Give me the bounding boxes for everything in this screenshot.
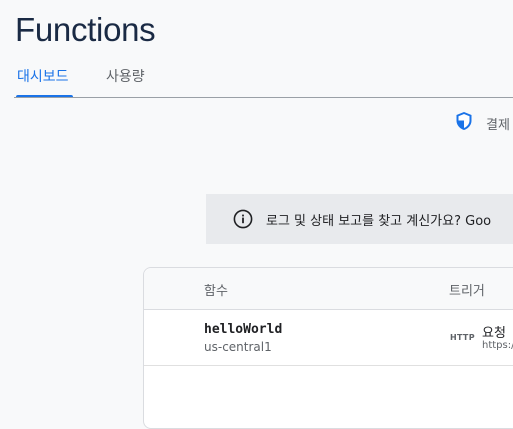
banner-text: 로그 및 상태 보고를 찾고 계신가요? Goo	[266, 213, 492, 229]
column-header-function: 함수	[204, 284, 228, 299]
functions-table: 함수 트리거 helloWorld us-central1 HTTP 요청 ht…	[143, 267, 513, 429]
table-header: 함수 트리거	[144, 268, 513, 310]
info-icon	[233, 209, 253, 229]
trigger-label: 요청	[482, 326, 506, 341]
trigger-url[interactable]: https://	[482, 340, 513, 351]
function-name[interactable]: helloWorld	[204, 322, 282, 337]
shield-icon	[455, 111, 473, 135]
billing-link[interactable]: 결제	[455, 111, 510, 135]
http-badge: HTTP	[450, 333, 475, 342]
table-row[interactable]: helloWorld us-central1 HTTP 요청 https://	[144, 310, 513, 366]
function-region: us-central1	[204, 340, 272, 354]
tab-usage[interactable]: 사용량	[106, 66, 145, 86]
column-header-trigger: 트리거	[449, 284, 485, 299]
page-title: Functions	[15, 11, 156, 48]
info-banner: 로그 및 상태 보고를 찾고 계신가요? Goo	[206, 194, 513, 244]
tab-dashboard[interactable]: 대시보드	[17, 66, 69, 86]
tab-bar: 대시보드 사용량	[0, 62, 513, 98]
tab-divider	[14, 97, 513, 98]
billing-label: 결제	[486, 117, 510, 133]
